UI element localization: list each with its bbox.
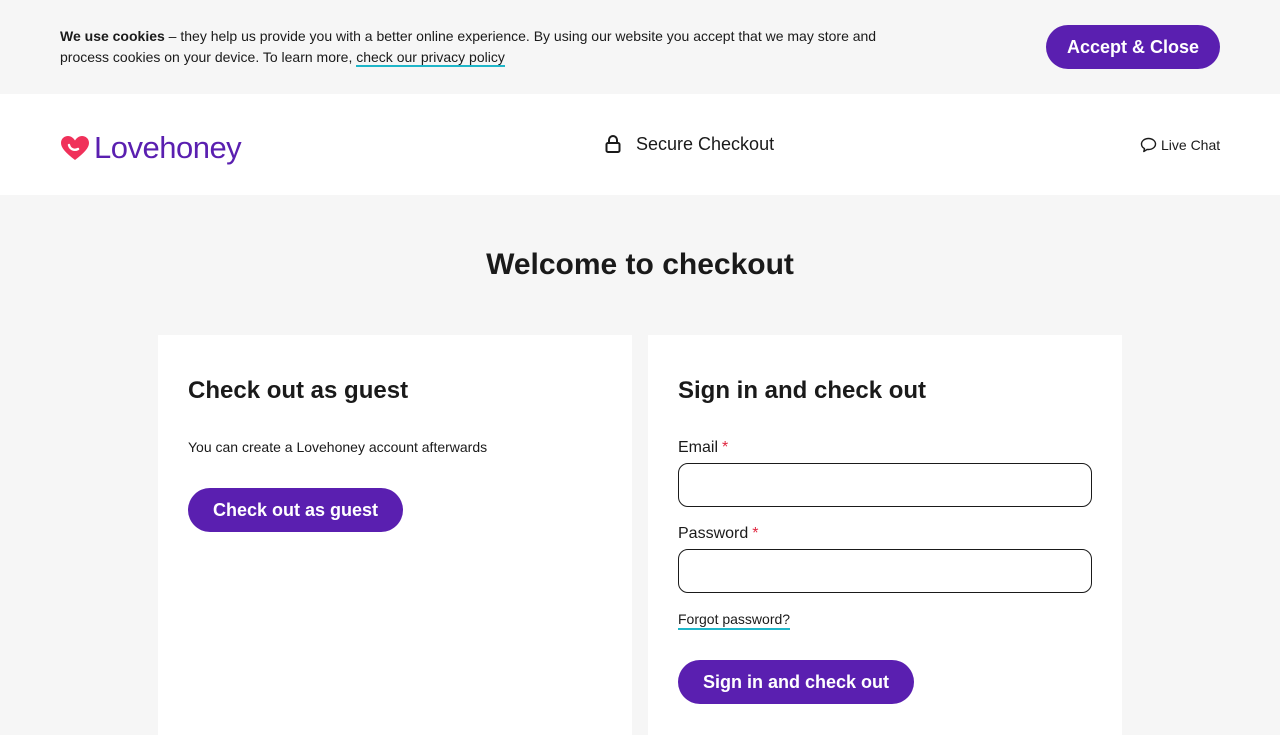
cookie-bold-lead: We use cookies — [60, 28, 165, 44]
email-label: Email * — [678, 439, 728, 457]
guest-card-title: Check out as guest — [188, 377, 409, 404]
logo-wordmark: Lovehoney — [94, 130, 242, 165]
forgot-password-link[interactable]: Forgot password? — [678, 611, 791, 630]
email-label-text: Email — [678, 439, 719, 456]
password-required-marker: * — [752, 525, 759, 542]
live-chat-label: Live Chat — [1161, 137, 1221, 153]
lock-icon — [605, 135, 621, 153]
logo[interactable]: Lovehoney — [60, 130, 242, 165]
signin-checkout-card: Sign in and check out Email * Password * F… — [648, 335, 1122, 735]
secure-checkout-label: Secure Checkout — [636, 133, 775, 154]
sign-in-and-check-out-button[interactable]: Sign in and check out — [678, 660, 915, 704]
site-header: Lovehoney Secure Checkout Live Chat — [0, 94, 1280, 195]
password-field[interactable] — [678, 549, 1092, 593]
password-label-text: Password — [678, 525, 749, 542]
guest-card-subtitle: You can create a Lovehoney account after… — [188, 439, 488, 455]
email-required-marker: * — [722, 439, 729, 456]
check-out-as-guest-button[interactable]: Check out as guest — [188, 488, 404, 532]
chat-bubble-icon — [1140, 137, 1157, 153]
heart-logo-icon — [61, 136, 89, 160]
secure-checkout: Secure Checkout — [605, 132, 774, 156]
cookie-banner: We use cookies – they help us provide yo… — [0, 0, 1280, 94]
page-title: Welcome to checkout — [486, 248, 794, 281]
guest-checkout-card: Check out as guest You can create a Love… — [158, 335, 632, 735]
cookie-message: We use cookies – they help us provide yo… — [60, 26, 920, 68]
signin-card-title: Sign in and check out — [678, 377, 927, 404]
accept-close-button[interactable]: Accept & Close — [1046, 25, 1220, 69]
live-chat-link[interactable]: Live Chat — [1140, 134, 1220, 156]
privacy-policy-link[interactable]: check our privacy policy — [356, 49, 505, 67]
password-label: Password * — [678, 525, 758, 543]
email-field[interactable] — [678, 463, 1092, 507]
